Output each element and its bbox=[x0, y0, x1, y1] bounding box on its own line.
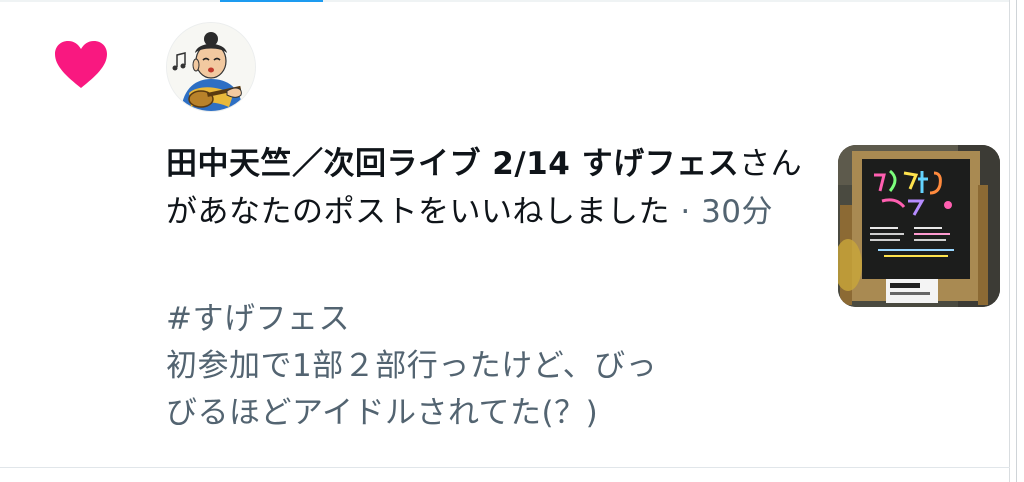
notification-screen: 田中天竺／次回ライブ 2/14 すげフェスさんがあなたのポストをいいねしました … bbox=[0, 0, 1024, 482]
liked-post-text[interactable]: #すげフェス 初参加で1部２部行ったけど、びっ びるほどアイドルされてた(？) bbox=[166, 296, 786, 437]
media-thumbnail[interactable] bbox=[838, 145, 1000, 307]
top-divider bbox=[0, 0, 1024, 2]
chalkboard-sign-photo-icon bbox=[838, 145, 1000, 307]
timestamp[interactable]: 30分 bbox=[701, 194, 773, 230]
active-tab-indicator bbox=[220, 0, 323, 2]
avatar[interactable] bbox=[166, 22, 256, 112]
user-name[interactable]: 田中天竺／次回ライブ 2/14 すげフェス bbox=[166, 146, 739, 182]
separator: · bbox=[670, 194, 702, 230]
bottom-divider bbox=[0, 467, 1010, 468]
heart-icon bbox=[55, 41, 107, 88]
scrollbar-track[interactable] bbox=[1009, 0, 1024, 482]
buddha-illustration-icon bbox=[167, 23, 255, 111]
notification-text: 田中天竺／次回ライブ 2/14 すげフェスさんがあなたのポストをいいねしました … bbox=[166, 140, 806, 236]
